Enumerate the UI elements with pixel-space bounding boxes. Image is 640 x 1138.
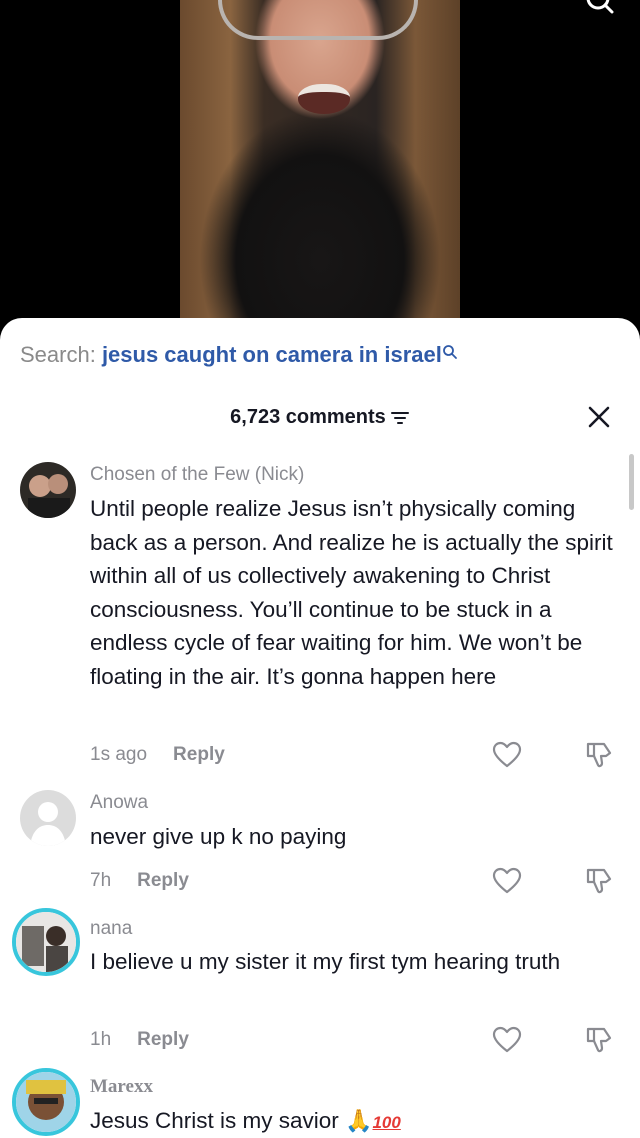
video-frame <box>180 0 460 330</box>
comment-meta: 7h Reply <box>90 870 189 892</box>
video-player[interactable] <box>0 0 640 330</box>
search-icon[interactable] <box>584 0 614 22</box>
reply-button[interactable]: Reply <box>137 870 189 891</box>
comment-text: Until people realize Jesus isn’t physica… <box>90 496 613 689</box>
video-glasses-shape <box>218 0 418 40</box>
search-query-link[interactable]: jesus caught on camera in israel <box>102 342 442 367</box>
avatar-image <box>16 912 76 972</box>
comment-text: never give up k no paying <box>90 824 347 849</box>
heart-icon[interactable] <box>492 1025 522 1055</box>
comment-text: Jesus Christ is my savior 🙏100 <box>90 1104 620 1138</box>
reply-button[interactable]: Reply <box>173 744 225 765</box>
screen: Search: jesus caught on camera in israel… <box>0 0 640 1138</box>
comment-username[interactable]: nana <box>90 918 132 940</box>
heart-icon[interactable] <box>492 866 522 896</box>
comment-username[interactable]: Chosen of the Few (Nick) <box>90 464 304 486</box>
comment-time: 1h <box>90 1029 112 1050</box>
close-icon[interactable] <box>586 404 612 430</box>
dislike-icon[interactable] <box>584 740 614 770</box>
search-prefix: Search: <box>20 342 102 367</box>
comment-text-body: Jesus Christ is my savior <box>90 1108 346 1133</box>
search-suggestion[interactable]: Search: jesus caught on camera in israel <box>20 342 458 368</box>
comment-time: 7h <box>90 870 112 891</box>
comment-count: 6,723 comments <box>230 406 386 428</box>
heart-icon[interactable] <box>492 740 522 770</box>
comment-text: I believe u my sister it my first tym he… <box>90 949 561 974</box>
avatar-image <box>16 1072 76 1132</box>
avatar[interactable] <box>12 908 80 976</box>
comment-username[interactable]: Anowa <box>90 792 148 814</box>
comments-header: 6,723 comments <box>0 406 640 429</box>
comment-meta: 1s ago Reply <box>90 744 225 766</box>
avatar[interactable] <box>20 790 76 846</box>
scrollbar[interactable] <box>629 454 634 510</box>
avatar[interactable] <box>20 462 76 518</box>
hundred-emoji: 100 <box>372 1113 401 1132</box>
comment-username[interactable]: Marexx <box>90 1076 153 1098</box>
comment-meta: 1h Reply <box>90 1029 189 1051</box>
pray-emoji: 🙏 <box>345 1108 373 1133</box>
avatar[interactable] <box>12 1068 80 1136</box>
avatar-image <box>20 462 76 518</box>
dislike-icon[interactable] <box>584 866 614 896</box>
filter-icon[interactable] <box>390 410 410 426</box>
comments-sheet: Search: jesus caught on camera in israel… <box>0 318 640 1138</box>
comment-time: 1s ago <box>90 744 148 765</box>
video-mouth-shape <box>298 84 350 114</box>
dislike-icon[interactable] <box>584 1025 614 1055</box>
default-avatar-icon <box>20 790 76 846</box>
search-mini-icon <box>442 345 457 359</box>
reply-button[interactable]: Reply <box>137 1029 189 1050</box>
